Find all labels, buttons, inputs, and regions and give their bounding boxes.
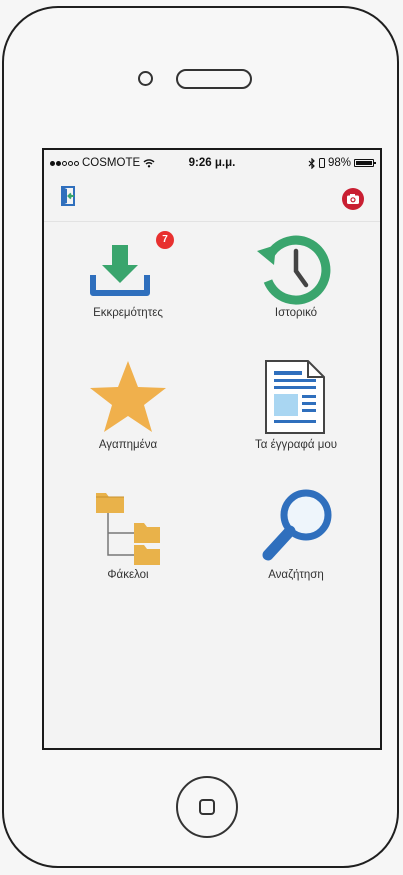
download-icon (90, 245, 150, 296)
battery-icon (354, 159, 376, 167)
menu-item-label: Αναζήτηση (268, 569, 324, 581)
menu-item-label: Αγαπημένα (98, 439, 158, 451)
phone-frame: COSMOTE 9:26 μ.μ. 98% 7 Εκκρεμότητες Ιστ… (2, 6, 399, 868)
bluetooth-icon (308, 157, 315, 169)
folder-tree-icon (96, 493, 160, 565)
pending-badge: 7 (156, 231, 174, 249)
menu-item-favorites[interactable]: Αγαπημένα (44, 355, 212, 451)
top-toolbar (44, 176, 380, 222)
home-button[interactable] (176, 776, 238, 838)
menu-item-label: Εκκρεμότητες (93, 307, 163, 319)
app-screen: COSMOTE 9:26 μ.μ. 98% 7 Εκκρεμότητες Ιστ… (42, 148, 382, 750)
front-camera (138, 71, 153, 86)
earpiece-speaker (176, 69, 252, 89)
battery-percent: 98% (327, 157, 351, 169)
menu-item-folders[interactable]: Φάκελοι (44, 485, 212, 581)
menu-item-my-documents[interactable]: Τα έγγραφά μου (212, 355, 380, 451)
rotation-lock-icon (318, 158, 325, 168)
menu-item-label: Τα έγγραφά μου (254, 439, 338, 451)
signal-strength-icon (50, 160, 79, 166)
document-icon (265, 360, 325, 434)
menu-item-search[interactable]: Αναζήτηση (212, 485, 380, 581)
wifi-icon (143, 159, 155, 168)
status-bar: COSMOTE 9:26 μ.μ. 98% (44, 150, 380, 176)
menu-item-pending[interactable]: 7 Εκκρεμότητες (44, 223, 212, 319)
carrier-name: COSMOTE (82, 157, 141, 169)
menu-item-label: Φάκελοι (107, 569, 149, 581)
camera-icon[interactable] (342, 188, 364, 210)
magnifier-icon (262, 489, 332, 561)
menu-item-label: Ιστορικό (274, 307, 318, 319)
star-icon (90, 361, 166, 432)
logout-icon[interactable] (60, 186, 76, 206)
history-clock-icon (257, 235, 331, 305)
menu-item-history[interactable]: Ιστορικό (212, 223, 380, 319)
